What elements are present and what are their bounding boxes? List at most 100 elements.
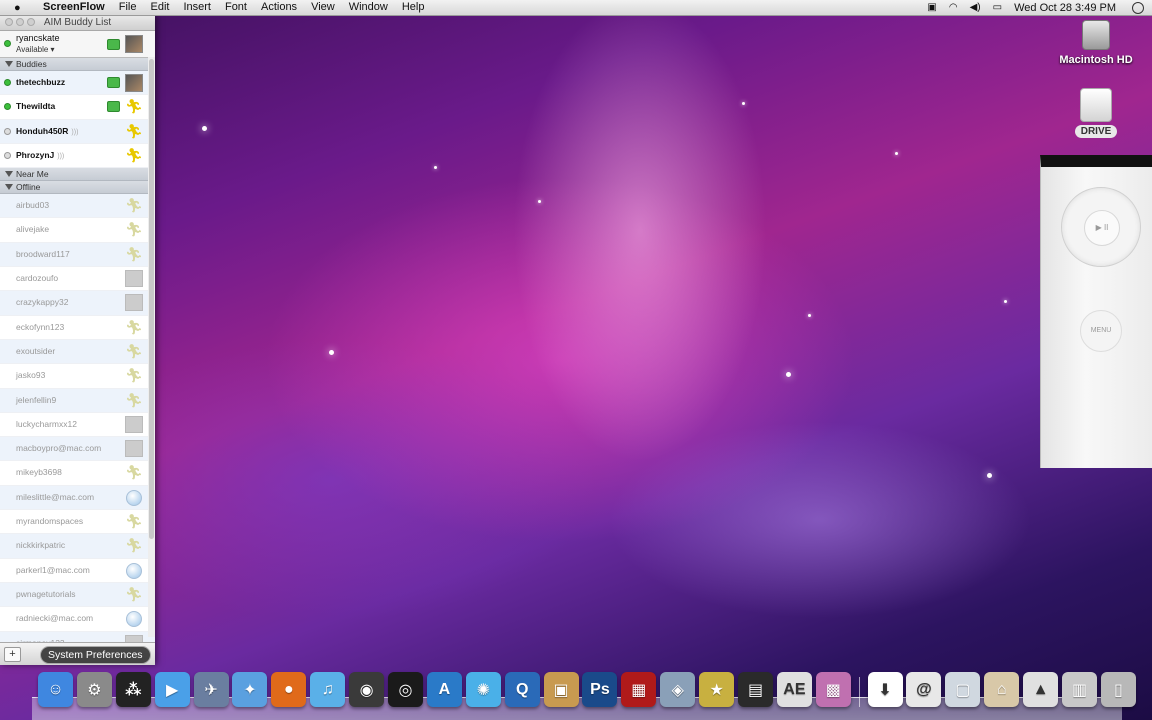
buddy-row[interactable]: thetechbuzz	[0, 71, 155, 96]
minimize-button[interactable]	[16, 18, 24, 26]
dvd-icon[interactable]: ◎	[388, 672, 424, 707]
sites-icon[interactable]: @	[906, 672, 942, 707]
apple-menu-icon[interactable]: ●	[14, 2, 28, 14]
menu-file[interactable]: File	[112, 0, 144, 15]
trash-icon[interactable]: ▯	[1100, 672, 1136, 707]
online-status-icon	[4, 79, 11, 86]
star	[434, 166, 437, 169]
aim-running-man-icon: 🏃︎	[125, 585, 143, 602]
offline-buddy-row[interactable]: myrandomspaces 🏃︎	[0, 510, 155, 535]
blackberry-icon[interactable]: ⁂	[115, 672, 151, 707]
offline-buddy-row[interactable]: nickkirkpatric 🏃︎	[0, 534, 155, 559]
group-buddies[interactable]: Buddies	[0, 58, 155, 71]
menu-insert[interactable]: Insert	[176, 0, 218, 15]
wifi-icon[interactable]: ◠	[943, 2, 964, 13]
close-button[interactable]	[5, 18, 13, 26]
menu-actions[interactable]: Actions	[254, 0, 304, 15]
play-pause-button[interactable]: ▶ II	[1084, 210, 1120, 246]
remote-menu-button[interactable]: MENU	[1080, 310, 1122, 352]
buddy-row[interactable]: PhrozynJ))) 🏃︎	[0, 144, 155, 169]
offline-buddy-row[interactable]: jasko93 🏃︎	[0, 364, 155, 389]
offline-buddy-row[interactable]: cardozoufo	[0, 267, 155, 292]
documents-icon[interactable]: ⌂	[984, 672, 1020, 707]
network-icon[interactable]: ✺	[465, 672, 501, 707]
buddy-name: mileslittle@mac.com	[16, 491, 95, 502]
dock-tooltip: System Preferences	[40, 646, 151, 664]
drive-volume-icon[interactable]: DRIVE	[1070, 88, 1122, 138]
remote-wheel[interactable]: ▶ II	[1061, 187, 1141, 267]
photobooth-icon[interactable]: ▦	[621, 672, 657, 707]
xcode-icon[interactable]: A	[426, 672, 462, 707]
applications-icon[interactable]: ▲	[1023, 672, 1059, 707]
group-near-me[interactable]: Near Me	[0, 168, 155, 182]
photoshop-icon[interactable]: Ps	[582, 672, 618, 707]
iphoto-library-icon[interactable]: ▩	[815, 672, 851, 707]
after-effects-icon[interactable]: AE	[776, 672, 812, 707]
offline-buddy-row[interactable]: luckycharmxx12	[0, 413, 155, 438]
safari-icon[interactable]: ✦	[232, 672, 268, 707]
firefox-icon[interactable]: ●	[271, 672, 307, 707]
spotlight-icon[interactable]	[1132, 1, 1144, 14]
offline-buddy-row[interactable]: eckofynn123 🏃︎	[0, 316, 155, 340]
aim-running-man-icon: 🏃︎	[125, 318, 143, 335]
video-icon[interactable]	[107, 77, 120, 88]
offline-buddy-row[interactable]: broodward117 🏃︎	[0, 242, 155, 268]
finder-icon[interactable]: ☺	[38, 672, 73, 707]
buddy-row[interactable]: Honduh450R))) 🏃︎	[0, 119, 155, 144]
buddy-name: jasko93	[16, 370, 46, 381]
ichat-icon[interactable]: ▶	[154, 672, 190, 707]
aim-titlebar[interactable]: AIM Buddy List	[0, 15, 155, 31]
buddy-list-scrollbar[interactable]	[148, 57, 155, 637]
offline-buddy-row[interactable]: mikeyb3698 🏃︎	[0, 461, 155, 486]
menu-font[interactable]: Font	[218, 0, 254, 15]
final-cut-icon[interactable]: ▤	[738, 672, 774, 707]
buddy-name: mikeyb3698	[16, 467, 62, 478]
star	[742, 102, 745, 105]
offline-buddy-row[interactable]: exoutsider 🏃︎	[0, 339, 155, 365]
offline-buddy-row[interactable]: pwnagetutorials 🏃︎	[0, 582, 155, 608]
system-preferences-icon[interactable]: ⚙	[76, 672, 112, 707]
menu-edit[interactable]: Edit	[143, 0, 176, 15]
star	[808, 314, 811, 317]
menu-app-name[interactable]: ScreenFlow	[36, 0, 112, 15]
add-buddy-button[interactable]: +	[4, 647, 21, 662]
user-folder-icon[interactable]: ▢	[945, 672, 981, 707]
downloads-icon[interactable]: ⬇	[867, 672, 903, 707]
buddy-name: exoutsider	[16, 345, 56, 356]
folder-icon[interactable]: ▥	[1062, 672, 1098, 707]
my-status-dropdown[interactable]: Available ▾	[16, 45, 55, 54]
camino-icon[interactable]: ◉	[349, 672, 385, 707]
offline-buddy-row[interactable]: jelenfellin9 🏃︎	[0, 388, 155, 413]
iphoto-icon[interactable]: ▣	[543, 672, 579, 707]
volume-icon[interactable]: ◀)	[964, 2, 987, 13]
macintosh-hd-icon[interactable]: Macintosh HD	[1056, 20, 1136, 66]
aim-running-man-icon: 🏃︎	[125, 98, 143, 115]
mac-account-icon	[126, 489, 142, 506]
group-offline[interactable]: Offline	[0, 181, 155, 195]
offline-buddy-row[interactable]: crazykappy32	[0, 291, 155, 316]
imovie-icon[interactable]: ★	[699, 672, 735, 707]
ducky-icon[interactable]: ✈	[193, 672, 229, 707]
menu-clock[interactable]: Wed Oct 28 3:49 PM	[1008, 2, 1122, 14]
offline-buddy-row[interactable]: radniecki@mac.com	[0, 607, 155, 632]
star	[202, 126, 207, 131]
zoom-button[interactable]	[27, 18, 35, 26]
video-icon[interactable]	[107, 39, 120, 50]
offline-buddy-row[interactable]: macboypro@mac.com	[0, 437, 155, 462]
screenflow-status-icon[interactable]: ▣	[921, 2, 942, 13]
menu-window[interactable]: Window	[342, 0, 395, 15]
offline-buddy-row[interactable]: parkerl1@mac.com	[0, 559, 155, 583]
phone-icon[interactable]	[107, 101, 120, 113]
menu-help[interactable]: Help	[395, 0, 432, 15]
offline-buddy-row[interactable]: alivejake 🏃︎	[0, 218, 155, 243]
menu-view[interactable]: View	[304, 0, 342, 15]
quicktime-icon[interactable]: Q	[504, 672, 540, 707]
my-buddy-icon[interactable]	[125, 35, 143, 53]
battery-icon[interactable]: ▭	[987, 2, 1008, 13]
offline-buddy-row[interactable]: airbud03 🏃︎	[0, 194, 155, 219]
preview-icon[interactable]: ◈	[660, 672, 696, 707]
itunes-icon[interactable]: ♫	[310, 672, 346, 707]
buddy-row[interactable]: Thewildta 🏃︎	[0, 95, 155, 120]
offline-buddy-row[interactable]: mileslittle@mac.com	[0, 485, 155, 511]
scrollbar-thumb[interactable]	[149, 59, 154, 539]
